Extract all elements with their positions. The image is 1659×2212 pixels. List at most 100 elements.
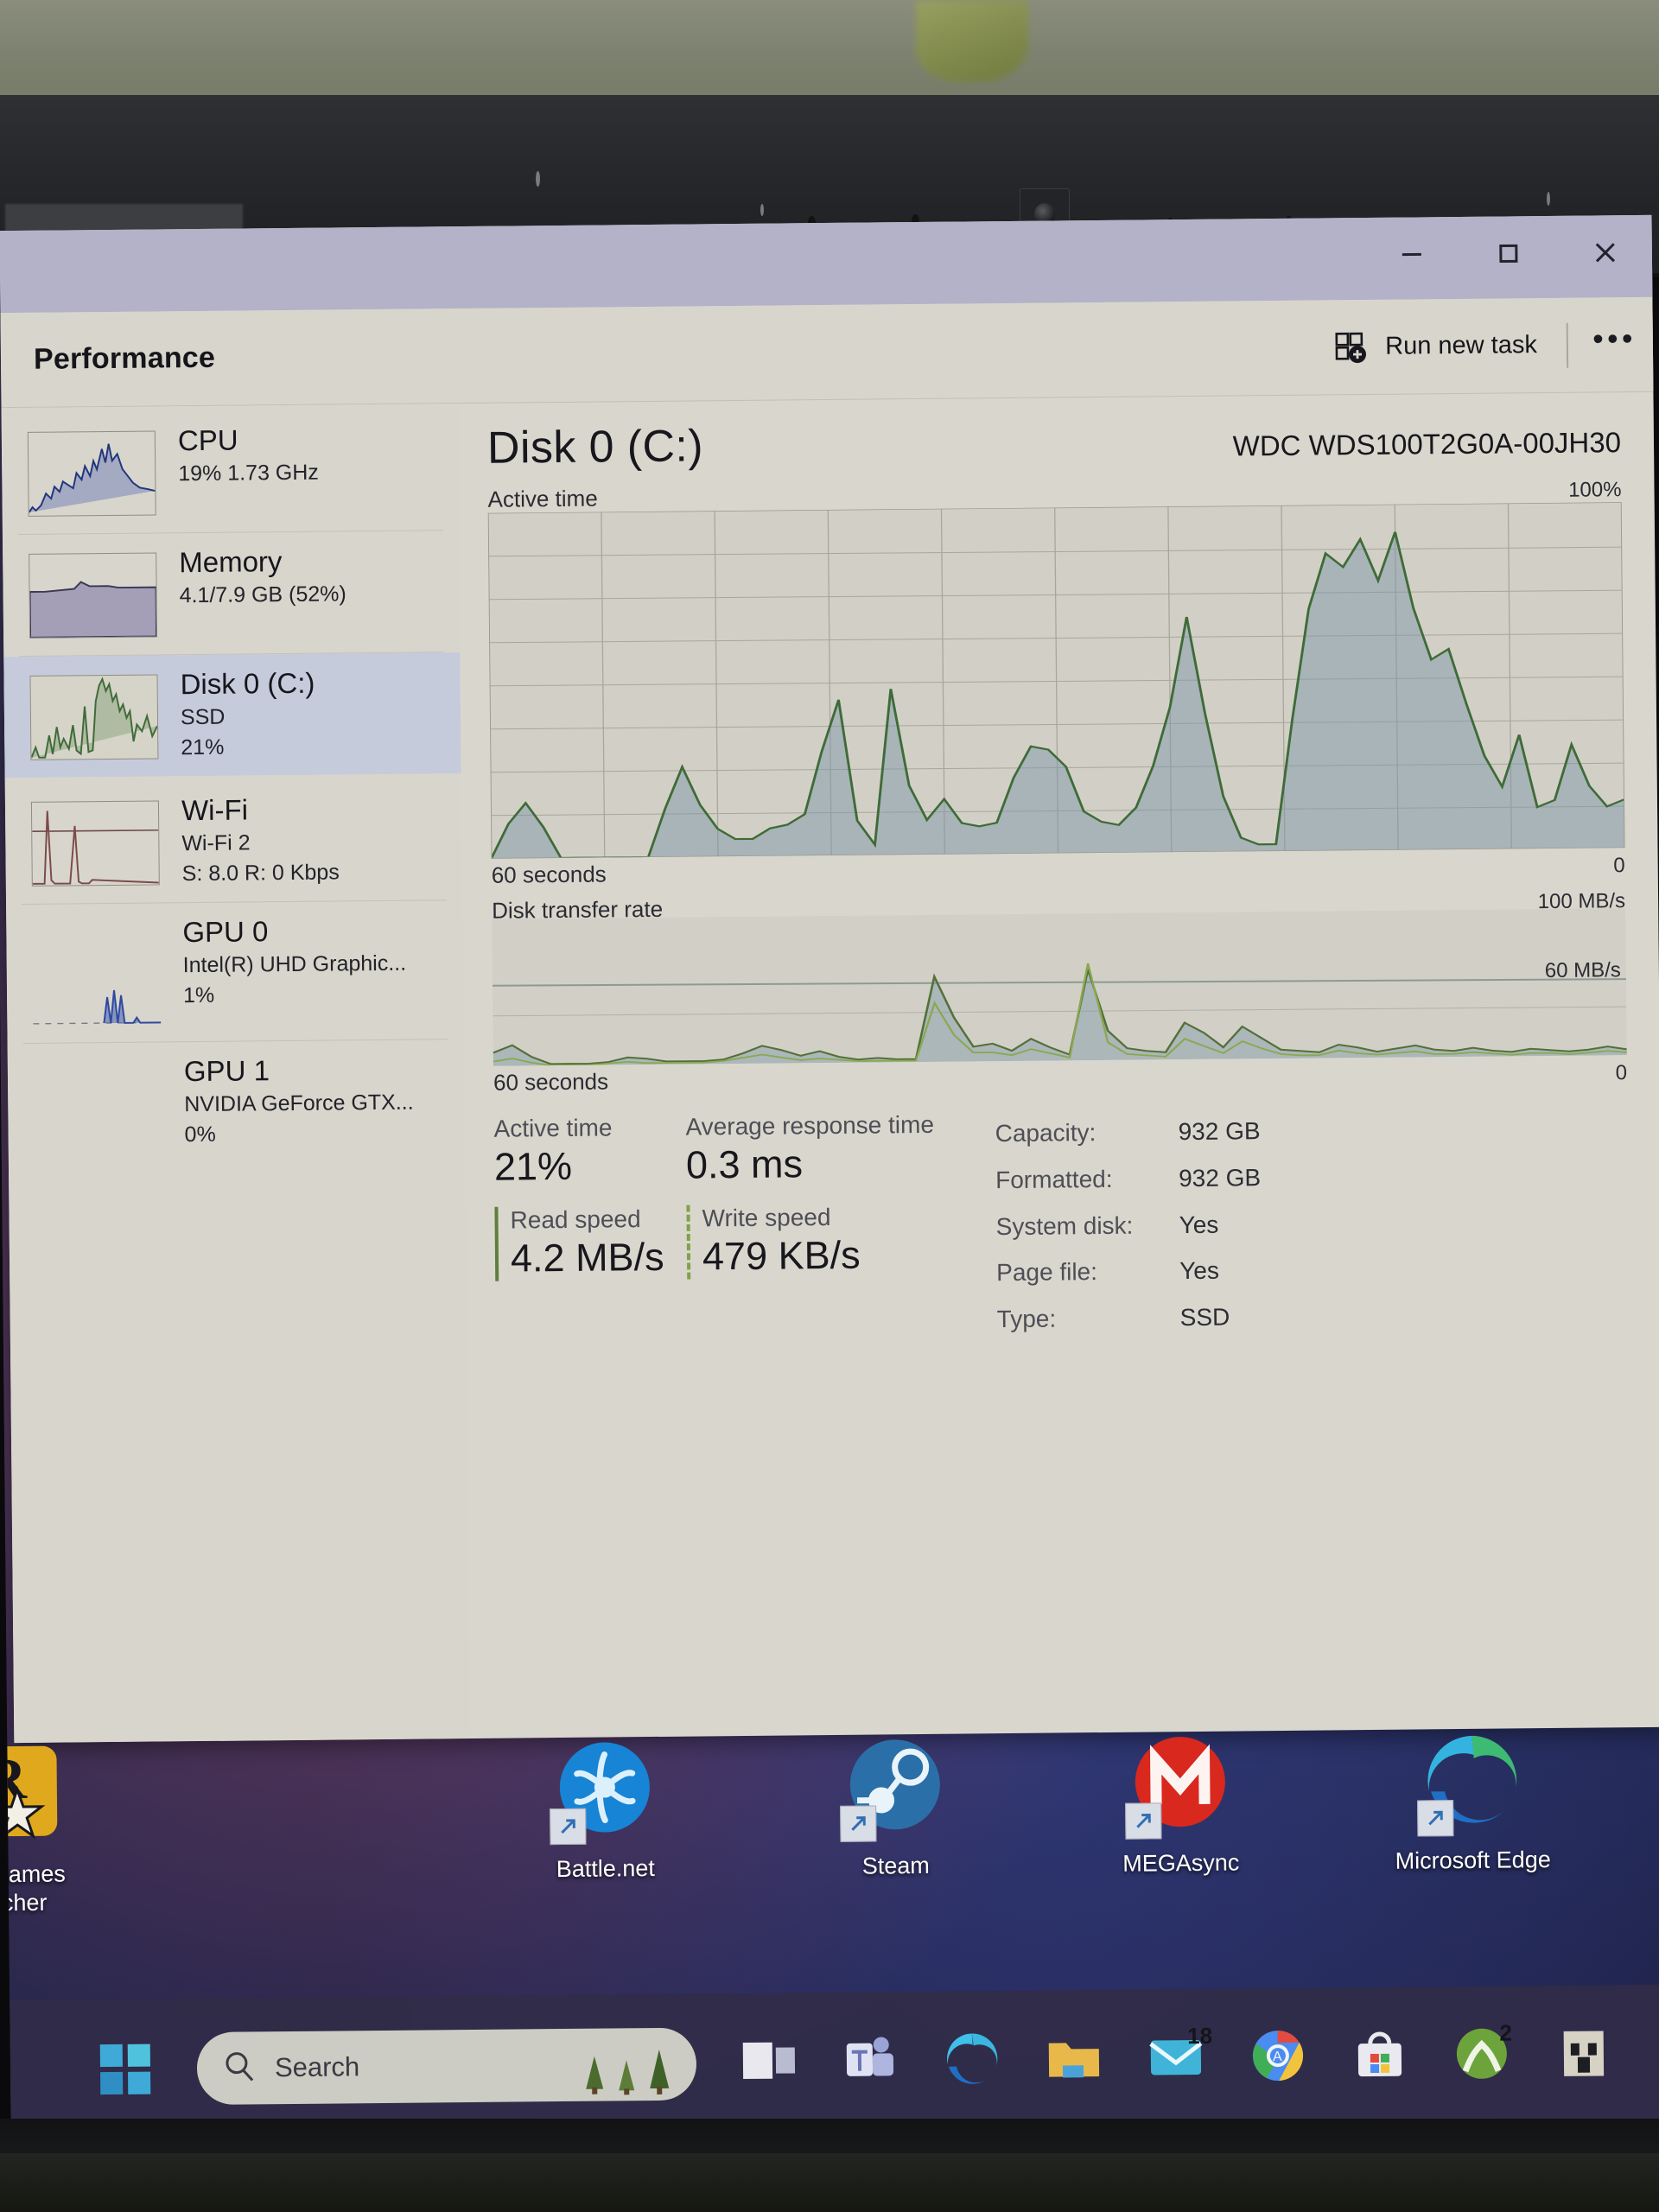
microsoft-store-icon[interactable] — [1350, 2024, 1416, 2091]
megasync-icon — [1125, 1733, 1232, 1840]
stat-active-time: Active time 21% — [493, 1114, 686, 1190]
plant-blur — [916, 0, 1028, 82]
windows-taskbar: Search 18 A 2 — [10, 1984, 1659, 2141]
spotify-icon[interactable] — [1656, 2021, 1659, 2088]
svg-text:A: A — [1273, 2050, 1282, 2064]
minecraft-icon[interactable] — [1554, 2022, 1620, 2088]
dust-speck — [536, 171, 540, 187]
gpu1-thumbnail-graph — [34, 1061, 162, 1147]
xbox-badge-count: 2 — [1499, 2018, 1513, 2046]
close-button[interactable] — [1556, 215, 1654, 298]
microsoft-teams-icon[interactable] — [840, 2029, 906, 2095]
cpu-thumbnail-graph — [27, 430, 156, 517]
maximize-button[interactable] — [1459, 215, 1557, 299]
stat-label: Average response time — [685, 1110, 935, 1141]
desktop-icon-label: Steam — [861, 1852, 930, 1879]
window-controls — [1363, 215, 1654, 300]
dust-speck — [760, 204, 764, 216]
sidebar-item-label: GPU 0 — [182, 915, 269, 949]
property-key: Formatted: — [995, 1165, 1113, 1193]
start-button[interactable] — [93, 2037, 158, 2102]
minimize-icon — [1402, 252, 1421, 256]
sidebar-item-value: 0% — [184, 1122, 216, 1147]
property-row: Page file: Yes — [996, 1247, 1262, 1296]
memory-thumbnail-graph — [29, 552, 158, 639]
active-time-time-label: 60 seconds — [491, 861, 607, 888]
desktop-icon-microsoft-edge[interactable]: Microsoft Edge — [1372, 1730, 1573, 1876]
panel-title: Disk 0 (C:) — [486, 421, 704, 474]
desktop-icon-label: tar Gamesuncher — [0, 1860, 66, 1916]
desktop-icon-megasync[interactable]: MEGAsync — [1080, 1732, 1281, 1878]
sidebar-item-label: Disk 0 (C:) — [180, 666, 315, 701]
new-task-icon — [1335, 332, 1367, 363]
sidebar-item-sub: 4.1/7.9 GB (52%) — [179, 582, 346, 608]
sidebar-item-memory[interactable]: Memory 4.1/7.9 GB (52%) — [3, 531, 460, 656]
sidebar-disk-text: Disk 0 (C:) SSD 21% — [180, 666, 315, 762]
sidebar-item-gpu-0[interactable]: GPU 0 Intel(R) UHD Graphic... 1% — [6, 900, 464, 1043]
mail-icon[interactable]: 18 — [1146, 2022, 1212, 2093]
more-options-button[interactable]: ••• — [1575, 314, 1656, 375]
desktop-icon-battlenet[interactable]: Battle.net — [505, 1738, 705, 1884]
header-divider — [1566, 322, 1569, 368]
windows-start-icon — [99, 2044, 151, 2095]
sidebar-item-gpu-1[interactable]: GPU 1 NVIDIA GeForce GTX... 0% — [8, 1039, 466, 1182]
desktop-icon-rockstar-games-launcher[interactable]: R tar Gamesuncher — [0, 1744, 111, 1918]
active-time-max-label: 100% — [1568, 478, 1622, 502]
dust-speck — [1547, 192, 1550, 206]
stats-left-column: Active time 21% Average response time 0.… — [493, 1110, 980, 1347]
sidebar-item-label: Wi-Fi — [181, 793, 249, 827]
search-input[interactable]: Search — [196, 2027, 697, 2106]
file-explorer-icon[interactable] — [1044, 2027, 1110, 2094]
stat-value: 21% — [493, 1143, 573, 1189]
microsoft-edge-icon — [1417, 1730, 1524, 1837]
stat-write-speed: Write speed 479 KB/s — [686, 1202, 973, 1280]
google-chrome-icon[interactable]: A — [1248, 2025, 1314, 2092]
sidebar-memory-text: Memory 4.1/7.9 GB (52%) — [179, 543, 346, 609]
property-row: Capacity: 932 GB — [995, 1108, 1260, 1157]
desktop-icon-label: Battle.net — [556, 1854, 655, 1883]
property-row: Type: SSD — [996, 1294, 1262, 1343]
property-value: Yes — [1179, 1256, 1220, 1285]
minimize-button[interactable] — [1363, 215, 1460, 300]
property-value: SSD — [1179, 1303, 1230, 1332]
xbox-icon[interactable]: 2 — [1452, 2019, 1518, 2089]
sidebar-item-label: GPU 1 — [183, 1054, 270, 1088]
gpu0-thumbnail-graph — [33, 944, 162, 1030]
run-new-task-button[interactable]: Run new task — [1311, 315, 1560, 378]
microsoft-edge-icon[interactable] — [942, 2028, 1008, 2094]
search-illustration — [582, 2047, 673, 2096]
disk-stats: Active time 21% Average response time 0.… — [493, 1104, 1630, 1347]
sidebar-item-wifi[interactable]: Wi-Fi Wi-Fi 2 S: 8.0 R: 0 Kbps — [5, 779, 462, 904]
sidebar-item-disk-0[interactable]: Disk 0 (C:) SSD 21% — [3, 652, 461, 779]
desktop-icon-steam[interactable]: Steam — [795, 1735, 995, 1881]
transfer-rate-min-label: 0 — [1615, 1061, 1628, 1085]
transfer-rate-chart: 60 MB/s — [492, 908, 1627, 1066]
property-row: System disk: Yes — [995, 1201, 1261, 1250]
keyboard-strip — [0, 2153, 1659, 2212]
sidebar-item-cpu[interactable]: CPU 19% 1.73 GHz — [2, 409, 459, 534]
stat-average-response-time: Average response time 0.3 ms — [685, 1110, 971, 1187]
stat-read-speed: Read speed 4.2 MB/s — [494, 1205, 688, 1281]
stat-value: 4.2 MB/s — [510, 1234, 664, 1281]
desktop-icons: R tar Gamesuncher Batt — [0, 1729, 1659, 2030]
rockstar-games-icon: R — [0, 1745, 63, 1849]
active-time-min-label: 0 — [1613, 854, 1625, 878]
active-time-chart — [487, 502, 1625, 859]
shortcut-overlay-icon — [550, 1808, 587, 1846]
disk-model-name: WDC WDS100T2G0A-00JH30 — [1232, 426, 1622, 462]
disk-properties: Capacity: 932 GB Formatted: 932 GB Syste… — [995, 1108, 1262, 1343]
desktop-icon-label: MEGAsync — [1122, 1849, 1240, 1877]
battlenet-icon — [550, 1738, 657, 1846]
property-key: System disk: — [995, 1211, 1134, 1240]
window-body: CPU 19% 1.73 GHz Memory 4.1/7.9 GB (52%)… — [1, 392, 1659, 1744]
disk-thumbnail-graph — [29, 674, 159, 760]
task-view-icon[interactable] — [738, 2030, 804, 2096]
transfer-rate-mid-label: 60 MB/s — [1544, 958, 1621, 983]
stat-value: 479 KB/s — [702, 1232, 861, 1279]
window-titlebar[interactable] — [0, 214, 1655, 314]
sidebar-item-label: CPU — [177, 423, 238, 457]
sidebar-item-sub: Wi-Fi 2 — [181, 830, 251, 856]
sidebar-item-value: 21% — [181, 735, 225, 760]
stats-row-top: Active time 21% Average response time 0.… — [493, 1110, 978, 1189]
laptop-screen: Performance Run new task ••• CPU 19% 1.7… — [0, 214, 1659, 2141]
